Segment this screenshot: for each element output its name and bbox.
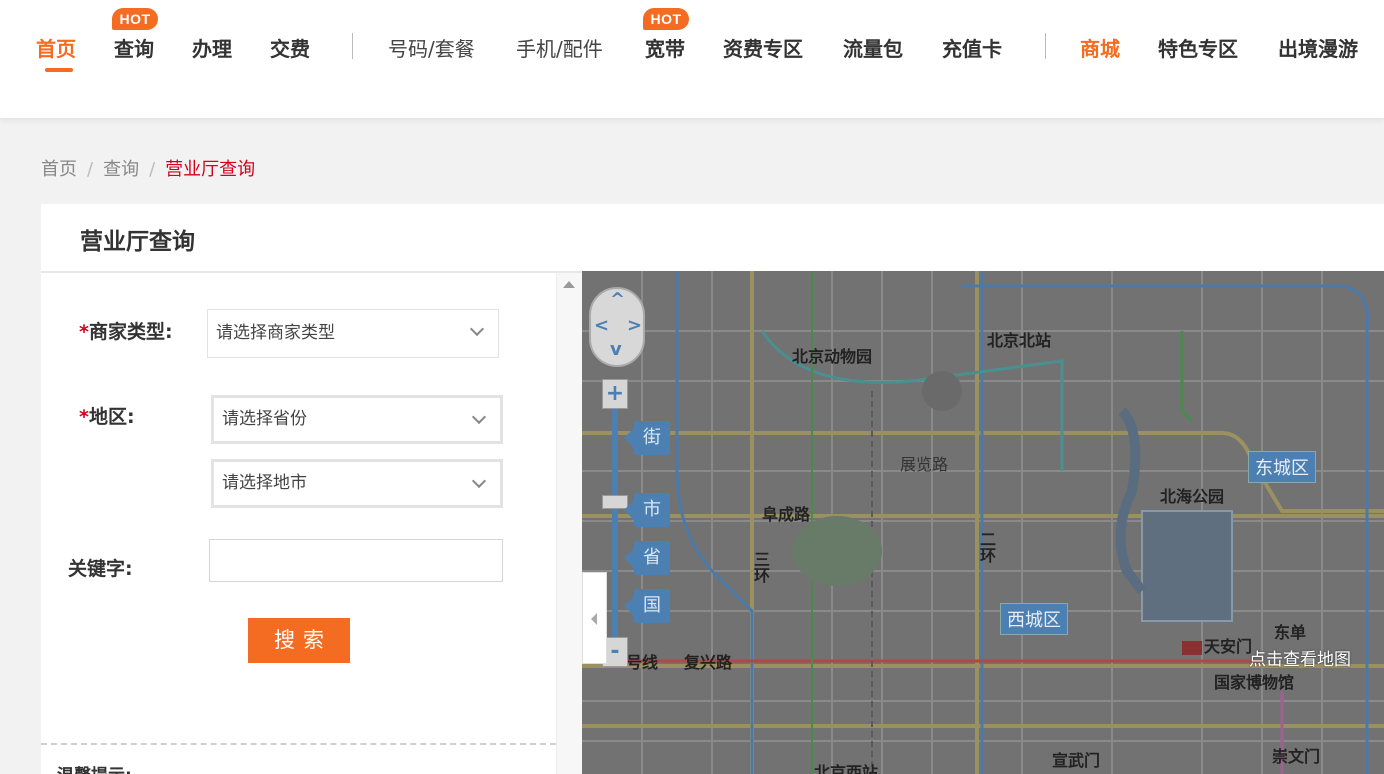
dashed-divider (41, 743, 556, 745)
chevron-down-icon (471, 473, 487, 489)
nav-item-broadband[interactable]: 宽带 (645, 34, 685, 64)
view-map-link[interactable]: 点击查看地图 (1249, 645, 1351, 670)
form-scrollbar[interactable] (556, 273, 582, 774)
map-preview[interactable]: 北京动物园 北京北站 展览路 北海公园 阜成路 三环 二环 天安门 东单 国家博… (582, 271, 1384, 774)
map-label: 阜成路 (762, 505, 811, 524)
breadcrumb-current: 营业厅查询 (165, 159, 256, 180)
map-label: 崇文门 (1272, 747, 1321, 766)
merchant-type-select[interactable]: 请选择商家类型 (207, 309, 499, 358)
nav-active-indicator (45, 68, 73, 72)
zoom-in-button[interactable]: + (602, 379, 628, 409)
breadcrumb: 首页 / 查询 / 营业厅查询 (41, 155, 255, 181)
required-mark: * (79, 321, 89, 343)
map-label: 北京西站 (814, 763, 879, 774)
page-title: 营业厅查询 (80, 229, 195, 255)
merchant-type-value: 请选择商家类型 (216, 323, 335, 343)
map-collapse-toggle[interactable] (582, 572, 607, 664)
required-mark: * (79, 406, 89, 428)
region-label: *地区: (79, 406, 135, 428)
store-query-panel: 营业厅查询 *商家类型: 请选择商家类型 *地区: 请选择省份 请选择地市 关键… (41, 204, 1384, 774)
city-value: 请选择地市 (222, 473, 307, 493)
nav-item-recharge-card[interactable]: 充值卡 (942, 34, 1002, 64)
nav-item-query[interactable]: 查询 (114, 34, 154, 64)
scroll-up-icon[interactable] (563, 281, 575, 288)
tip-title: 温馨提示: (57, 761, 132, 774)
map-pan-control[interactable]: ^ < > v (589, 287, 645, 367)
district-label: 西城区 (1000, 603, 1068, 635)
map-label: 东单 (1274, 623, 1307, 642)
nav-item-phone-accessories[interactable]: 手机/配件 (516, 34, 603, 64)
nav-item-roaming[interactable]: 出境漫游 (1278, 34, 1358, 64)
chevron-left-icon (591, 613, 597, 625)
pan-right-icon[interactable]: > (627, 315, 642, 336)
map-roads (582, 271, 1384, 774)
nav-item-data-pack[interactable]: 流量包 (843, 34, 903, 64)
nav-item-home[interactable]: 首页 (36, 34, 76, 64)
chevron-down-icon (469, 321, 485, 337)
keyword-input[interactable] (209, 539, 503, 582)
city-select[interactable]: 请选择地市 (211, 459, 503, 508)
province-value: 请选择省份 (222, 409, 307, 429)
map-label: 天安门 (1204, 637, 1253, 656)
nav-item-pay[interactable]: 交费 (270, 34, 310, 64)
pan-left-icon[interactable]: < (594, 315, 609, 336)
keyword-label: 关键字: (68, 558, 133, 580)
map-label: 国家博物馆 (1214, 673, 1295, 692)
zoom-level-province[interactable]: 省 (624, 541, 670, 575)
map-label: 北京北站 (987, 331, 1052, 350)
map-label: 号线 (626, 653, 659, 672)
breadcrumb-query[interactable]: 查询 (103, 159, 139, 180)
map-label: 二环 (977, 531, 996, 563)
chevron-down-icon (471, 409, 487, 425)
nav-item-number-plan[interactable]: 号码/套餐 (388, 34, 475, 64)
map-label: 展览路 (900, 455, 949, 474)
merchant-type-label: *商家类型: (79, 321, 173, 343)
nav-item-handle[interactable]: 办理 (192, 34, 232, 64)
province-select[interactable]: 请选择省份 (211, 395, 503, 444)
nav-separator (352, 33, 353, 59)
nav-item-mall[interactable]: 商城 (1080, 34, 1120, 64)
map-label: 北京动物园 (792, 347, 873, 366)
map-label: 三环 (751, 551, 770, 583)
search-button[interactable]: 搜索 (248, 618, 350, 663)
pan-down-icon[interactable]: v (610, 339, 622, 360)
top-nav: 首页 HOT 查询 办理 交费 号码/套餐 手机/配件 HOT 宽带 资费专区 … (0, 0, 1384, 119)
zoom-level-city[interactable]: 市 (624, 493, 670, 527)
district-label: 东城区 (1248, 451, 1316, 483)
nav-item-featured-zone[interactable]: 特色专区 (1158, 34, 1238, 64)
pan-up-icon[interactable]: ^ (610, 289, 625, 310)
map-label: 宣武门 (1052, 751, 1101, 770)
breadcrumb-home[interactable]: 首页 (41, 159, 77, 180)
breadcrumb-separator: / (87, 159, 94, 180)
breadcrumb-separator: / (149, 159, 156, 180)
nav-separator (1045, 33, 1046, 59)
hot-badge-query: HOT (112, 8, 158, 30)
zoom-track[interactable] (612, 409, 618, 637)
map-label: 复兴路 (684, 653, 733, 672)
nav-item-tariff-zone[interactable]: 资费专区 (723, 34, 803, 64)
zoom-level-country[interactable]: 国 (624, 589, 670, 623)
search-form: *商家类型: 请选择商家类型 *地区: 请选择省份 请选择地市 关键字: 搜索 … (41, 273, 556, 774)
zoom-level-street[interactable]: 街 (624, 421, 670, 455)
hot-badge-broadband: HOT (643, 8, 689, 30)
map-label: 北海公园 (1160, 487, 1225, 506)
